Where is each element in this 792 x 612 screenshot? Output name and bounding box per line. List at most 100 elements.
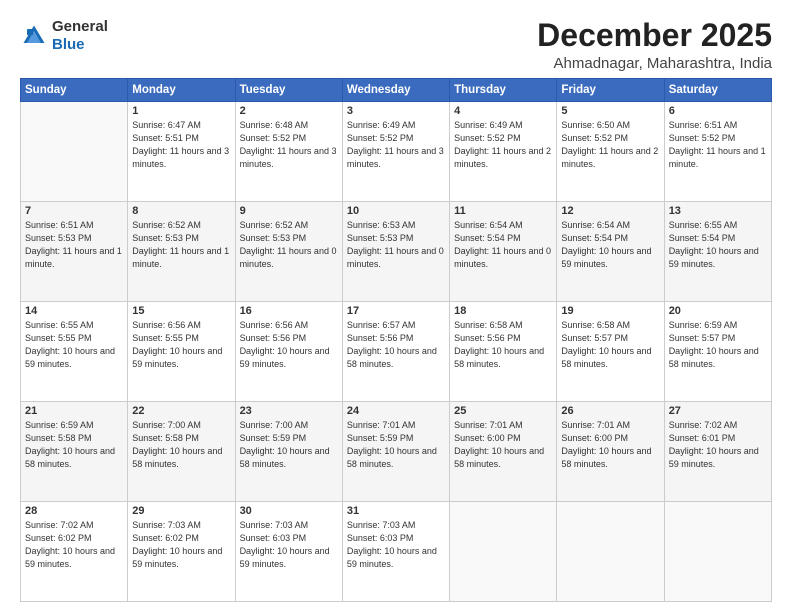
day-number: 12	[561, 205, 659, 217]
col-sunday: Sunday	[21, 79, 128, 102]
table-row: 11Sunrise: 6:54 AM Sunset: 5:54 PM Dayli…	[450, 202, 557, 302]
day-detail: Sunrise: 6:47 AM Sunset: 5:51 PM Dayligh…	[132, 119, 230, 171]
table-row	[664, 502, 771, 602]
table-row: 5 Sunrise: 6:50 AM Sunset: 5:52 PM Daylig…	[557, 102, 664, 202]
table-row: 21 Sunrise: 6:59 AM Sunset: 5:58 PM Dayli…	[21, 402, 128, 502]
day-number: 20	[669, 305, 767, 317]
day-number: 22	[132, 405, 230, 417]
header: General Blue December 2025 Ahmadnagar, M…	[20, 18, 772, 72]
calendar-week-row: 14Sunrise: 6:55 AM Sunset: 5:55 PM Dayli…	[21, 302, 772, 402]
col-wednesday: Wednesday	[342, 79, 449, 102]
day-number: 8	[132, 205, 230, 217]
day-detail: Sunrise: 7:02 AM Sunset: 6:02 PM Dayligh…	[25, 519, 123, 571]
table-row: 1 Sunrise: 6:47 AM Sunset: 5:51 PM Daylig…	[128, 102, 235, 202]
table-row: 3 Sunrise: 6:49 AM Sunset: 5:52 PM Daylig…	[342, 102, 449, 202]
col-tuesday: Tuesday	[235, 79, 342, 102]
day-detail: Sunrise: 6:54 AM Sunset: 5:54 PM Dayligh…	[454, 219, 552, 271]
day-detail: Sunrise: 6:56 AM Sunset: 5:56 PM Dayligh…	[240, 319, 338, 371]
day-detail: Sunrise: 7:03 AM Sunset: 6:02 PM Dayligh…	[132, 519, 230, 571]
day-number: 2	[240, 105, 338, 117]
day-number: 25	[454, 405, 552, 417]
day-detail: Sunrise: 6:50 AM Sunset: 5:52 PM Dayligh…	[561, 119, 659, 171]
logo-blue: Blue	[52, 36, 85, 53]
day-detail: Sunrise: 6:53 AM Sunset: 5:53 PM Dayligh…	[347, 219, 445, 271]
day-number: 4	[454, 105, 552, 117]
title-block: December 2025 Ahmadnagar, Maharashtra, I…	[537, 18, 772, 72]
table-row: 6 Sunrise: 6:51 AM Sunset: 5:52 PM Daylig…	[664, 102, 771, 202]
location-title: Ahmadnagar, Maharashtra, India	[537, 55, 772, 72]
logo-icon	[20, 22, 48, 50]
table-row: 7Sunrise: 6:51 AM Sunset: 5:53 PM Daylig…	[21, 202, 128, 302]
day-detail: Sunrise: 6:51 AM Sunset: 5:53 PM Dayligh…	[25, 219, 123, 271]
day-number: 23	[240, 405, 338, 417]
day-detail: Sunrise: 6:55 AM Sunset: 5:54 PM Dayligh…	[669, 219, 767, 271]
day-detail: Sunrise: 6:58 AM Sunset: 5:57 PM Dayligh…	[561, 319, 659, 371]
table-row: 25Sunrise: 7:01 AM Sunset: 6:00 PM Dayli…	[450, 402, 557, 502]
table-row: 14Sunrise: 6:55 AM Sunset: 5:55 PM Dayli…	[21, 302, 128, 402]
calendar-week-row: 21 Sunrise: 6:59 AM Sunset: 5:58 PM Dayli…	[21, 402, 772, 502]
table-row: 28 Sunrise: 7:02 AM Sunset: 6:02 PM Dayli…	[21, 502, 128, 602]
calendar-week-row: 28 Sunrise: 7:02 AM Sunset: 6:02 PM Dayli…	[21, 502, 772, 602]
day-number: 19	[561, 305, 659, 317]
day-detail: Sunrise: 6:59 AM Sunset: 5:57 PM Dayligh…	[669, 319, 767, 371]
day-detail: Sunrise: 7:03 AM Sunset: 6:03 PM Dayligh…	[240, 519, 338, 571]
calendar-header-row: Sunday Monday Tuesday Wednesday Thursday…	[21, 79, 772, 102]
day-number: 30	[240, 505, 338, 517]
table-row: 12 Sunrise: 6:54 AM Sunset: 5:54 PM Dayli…	[557, 202, 664, 302]
calendar-week-row: 1 Sunrise: 6:47 AM Sunset: 5:51 PM Daylig…	[21, 102, 772, 202]
table-row: 29Sunrise: 7:03 AM Sunset: 6:02 PM Dayli…	[128, 502, 235, 602]
table-row: 4Sunrise: 6:49 AM Sunset: 5:52 PM Daylig…	[450, 102, 557, 202]
day-detail: Sunrise: 6:58 AM Sunset: 5:56 PM Dayligh…	[454, 319, 552, 371]
calendar-week-row: 7Sunrise: 6:51 AM Sunset: 5:53 PM Daylig…	[21, 202, 772, 302]
col-friday: Friday	[557, 79, 664, 102]
day-number: 16	[240, 305, 338, 317]
table-row: 15Sunrise: 6:56 AM Sunset: 5:55 PM Dayli…	[128, 302, 235, 402]
day-detail: Sunrise: 7:01 AM Sunset: 6:00 PM Dayligh…	[561, 419, 659, 471]
day-detail: Sunrise: 6:54 AM Sunset: 5:54 PM Dayligh…	[561, 219, 659, 271]
table-row: 26Sunrise: 7:01 AM Sunset: 6:00 PM Dayli…	[557, 402, 664, 502]
table-row: 10 Sunrise: 6:53 AM Sunset: 5:53 PM Dayli…	[342, 202, 449, 302]
table-row: 16 Sunrise: 6:56 AM Sunset: 5:56 PM Dayli…	[235, 302, 342, 402]
table-row	[557, 502, 664, 602]
day-number: 21	[25, 405, 123, 417]
day-detail: Sunrise: 6:59 AM Sunset: 5:58 PM Dayligh…	[25, 419, 123, 471]
day-number: 10	[347, 205, 445, 217]
table-row: 22 Sunrise: 7:00 AM Sunset: 5:58 PM Dayli…	[128, 402, 235, 502]
table-row: 17Sunrise: 6:57 AM Sunset: 5:56 PM Dayli…	[342, 302, 449, 402]
col-saturday: Saturday	[664, 79, 771, 102]
day-detail: Sunrise: 6:52 AM Sunset: 5:53 PM Dayligh…	[240, 219, 338, 271]
table-row: 20 Sunrise: 6:59 AM Sunset: 5:57 PM Dayli…	[664, 302, 771, 402]
table-row: 9Sunrise: 6:52 AM Sunset: 5:53 PM Daylig…	[235, 202, 342, 302]
logo-text: General Blue	[52, 18, 108, 54]
day-detail: Sunrise: 6:49 AM Sunset: 5:52 PM Dayligh…	[347, 119, 445, 171]
day-detail: Sunrise: 6:52 AM Sunset: 5:53 PM Dayligh…	[132, 219, 230, 271]
logo: General Blue	[20, 18, 108, 54]
table-row: 23Sunrise: 7:00 AM Sunset: 5:59 PM Dayli…	[235, 402, 342, 502]
day-number: 5	[561, 105, 659, 117]
table-row: 24 Sunrise: 7:01 AM Sunset: 5:59 PM Dayli…	[342, 402, 449, 502]
day-number: 3	[347, 105, 445, 117]
day-number: 24	[347, 405, 445, 417]
day-number: 13	[669, 205, 767, 217]
table-row: 31 Sunrise: 7:03 AM Sunset: 6:03 PM Dayli…	[342, 502, 449, 602]
day-number: 17	[347, 305, 445, 317]
day-number: 31	[347, 505, 445, 517]
day-number: 28	[25, 505, 123, 517]
day-detail: Sunrise: 7:03 AM Sunset: 6:03 PM Dayligh…	[347, 519, 445, 571]
day-detail: Sunrise: 6:56 AM Sunset: 5:55 PM Dayligh…	[132, 319, 230, 371]
table-row: 30 Sunrise: 7:03 AM Sunset: 6:03 PM Dayli…	[235, 502, 342, 602]
day-number: 6	[669, 105, 767, 117]
col-thursday: Thursday	[450, 79, 557, 102]
table-row: 13 Sunrise: 6:55 AM Sunset: 5:54 PM Dayli…	[664, 202, 771, 302]
day-detail: Sunrise: 7:01 AM Sunset: 5:59 PM Dayligh…	[347, 419, 445, 471]
calendar-table: Sunday Monday Tuesday Wednesday Thursday…	[20, 78, 772, 602]
day-detail: Sunrise: 7:00 AM Sunset: 5:58 PM Dayligh…	[132, 419, 230, 471]
day-detail: Sunrise: 6:51 AM Sunset: 5:52 PM Dayligh…	[669, 119, 767, 171]
day-number: 1	[132, 105, 230, 117]
table-row	[21, 102, 128, 202]
table-row: 27Sunrise: 7:02 AM Sunset: 6:01 PM Dayli…	[664, 402, 771, 502]
table-row: 18 Sunrise: 6:58 AM Sunset: 5:56 PM Dayli…	[450, 302, 557, 402]
logo-general: General	[52, 18, 108, 35]
table-row: 8 Sunrise: 6:52 AM Sunset: 5:53 PM Daylig…	[128, 202, 235, 302]
day-number: 18	[454, 305, 552, 317]
